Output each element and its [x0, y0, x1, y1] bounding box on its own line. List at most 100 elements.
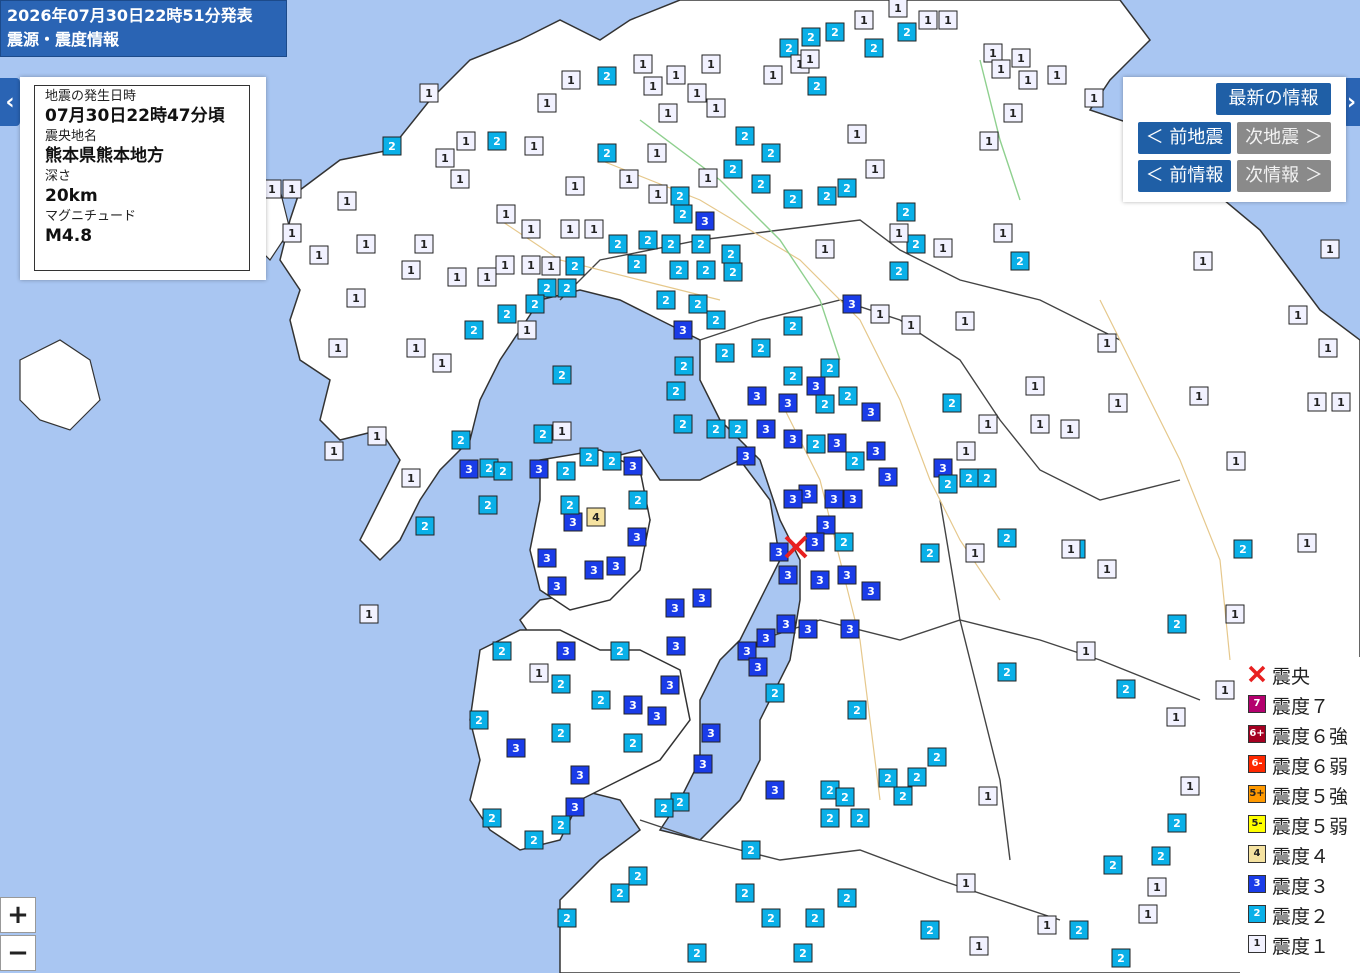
legend-row: 5+ 震度５強 — [1240, 779, 1360, 809]
svg-text:1: 1 — [453, 271, 461, 284]
svg-text:1: 1 — [425, 87, 433, 100]
intensity-marker: 1 — [1166, 707, 1186, 727]
intensity-marker: 2 — [673, 414, 693, 434]
intensity-marker: 3 — [842, 294, 862, 314]
intensity-marker: 3 — [748, 657, 768, 677]
svg-text:1: 1 — [1303, 537, 1311, 550]
svg-text:1: 1 — [1221, 684, 1229, 697]
intensity-marker: 1 — [955, 311, 975, 331]
intensity-marker: 1 — [983, 43, 1003, 63]
svg-text:2: 2 — [563, 912, 571, 925]
intensity-marker: 3 — [565, 797, 585, 817]
intensity-marker: 2 — [735, 883, 755, 903]
intensity-marker: 1 — [969, 936, 989, 956]
svg-text:1: 1 — [649, 80, 657, 93]
svg-text:2: 2 — [676, 190, 684, 203]
svg-text:2: 2 — [785, 42, 793, 55]
intensity-marker: 2 — [628, 490, 648, 510]
intensity-marker: 1 — [1030, 414, 1050, 434]
svg-text:2: 2 — [747, 844, 755, 857]
svg-text:1: 1 — [971, 547, 979, 560]
svg-text:1: 1 — [989, 47, 997, 60]
latest-info-button[interactable]: 最新の情報 — [1216, 83, 1331, 115]
svg-text:1: 1 — [343, 195, 351, 208]
next-quake-button[interactable]: 次地震 ＞ — [1237, 122, 1331, 154]
intensity-marker: 2 — [469, 710, 489, 730]
svg-text:1: 1 — [924, 14, 932, 27]
next-info-button[interactable]: 次情報 ＞ — [1237, 160, 1331, 192]
svg-text:2: 2 — [841, 791, 849, 804]
intensity-marker: 2 — [938, 474, 958, 494]
svg-text:3: 3 — [784, 569, 792, 582]
intensity-marker: 2 — [557, 908, 577, 928]
svg-text:1: 1 — [527, 223, 535, 236]
zoom-out-button[interactable]: − — [0, 935, 36, 971]
intensity-marker: 2 — [751, 338, 771, 358]
svg-text:2: 2 — [843, 182, 851, 195]
svg-text:2: 2 — [767, 912, 775, 925]
intensity-marker: 2 — [723, 262, 743, 282]
intensity-marker: 2 — [579, 447, 599, 467]
intensity-marker: 1 — [847, 124, 867, 144]
svg-text:1: 1 — [438, 357, 446, 370]
intensity-marker: 2 — [597, 66, 617, 86]
intensity-marker: 2 — [673, 204, 693, 224]
intensity-marker: 3 — [647, 706, 667, 726]
previous-info-button[interactable]: ＜ 前情報 — [1138, 160, 1231, 192]
svg-text:1: 1 — [456, 173, 464, 186]
intensity-marker: 2 — [674, 356, 694, 376]
intensity-marker: 1 — [706, 98, 726, 118]
svg-text:3: 3 — [698, 592, 706, 605]
previous-quake-button[interactable]: ＜ 前地震 — [1138, 122, 1231, 154]
intensity-marker: 1 — [1226, 451, 1246, 471]
intensity-marker: 3 — [563, 512, 583, 532]
svg-text:2: 2 — [912, 238, 920, 251]
intensity-marker: 2 — [1116, 679, 1136, 699]
intensity-marker: 3 — [537, 548, 557, 568]
svg-text:1: 1 — [334, 342, 342, 355]
svg-text:1: 1 — [894, 2, 902, 15]
svg-text:3: 3 — [699, 758, 707, 771]
svg-text:3: 3 — [612, 560, 620, 573]
intensity-marker: 1 — [447, 267, 467, 287]
intensity-marker: 1 — [978, 414, 998, 434]
intensity-marker: 2 — [806, 434, 826, 454]
svg-text:3: 3 — [816, 574, 824, 587]
intensity-marker: 1 — [537, 93, 557, 113]
svg-text:1: 1 — [571, 180, 579, 193]
svg-text:2: 2 — [1003, 666, 1011, 679]
svg-text:1: 1 — [664, 107, 672, 120]
intensity-marker: 2 — [906, 234, 926, 254]
intensity-marker: 1 — [1307, 392, 1327, 412]
intensity-marker: 1 — [324, 441, 344, 461]
intensity-marker: 1 — [456, 131, 476, 151]
intensity-marker: 1 — [367, 426, 387, 446]
intensity-marker: 2 — [942, 393, 962, 413]
svg-text:3: 3 — [762, 632, 770, 645]
intensity-marker: 2 — [801, 27, 821, 47]
chevron-left-icon[interactable]: ‹ — [0, 78, 20, 126]
intensity-marker: 1 — [1288, 305, 1308, 325]
intensity-marker: 1 — [524, 136, 544, 156]
svg-text:2: 2 — [895, 265, 903, 278]
zoom-in-button[interactable]: + — [0, 897, 36, 933]
svg-text:3: 3 — [830, 493, 838, 506]
intensity-marker: 3 — [459, 459, 479, 479]
intensity-marker: 1 — [1018, 70, 1038, 90]
svg-text:2: 2 — [844, 390, 852, 403]
svg-text:2: 2 — [1117, 952, 1125, 965]
intensity-marker: 1 — [1297, 533, 1317, 553]
svg-text:2: 2 — [539, 428, 547, 441]
legend-label: 震度６弱 — [1272, 756, 1349, 778]
intensity-marker: 3 — [776, 614, 796, 634]
legend-swatch: 5+ — [1248, 785, 1266, 803]
svg-text:2: 2 — [629, 737, 637, 750]
svg-text:2: 2 — [1239, 543, 1247, 556]
svg-text:3: 3 — [666, 679, 674, 692]
intensity-marker: 3 — [806, 376, 826, 396]
intensity-marker: 3 — [747, 386, 767, 406]
legend-row-epicenter: 震央 — [1240, 659, 1360, 689]
intensity-marker: 1 — [1003, 103, 1023, 123]
intensity-marker: 2 — [627, 254, 647, 274]
svg-text:3: 3 — [512, 742, 520, 755]
